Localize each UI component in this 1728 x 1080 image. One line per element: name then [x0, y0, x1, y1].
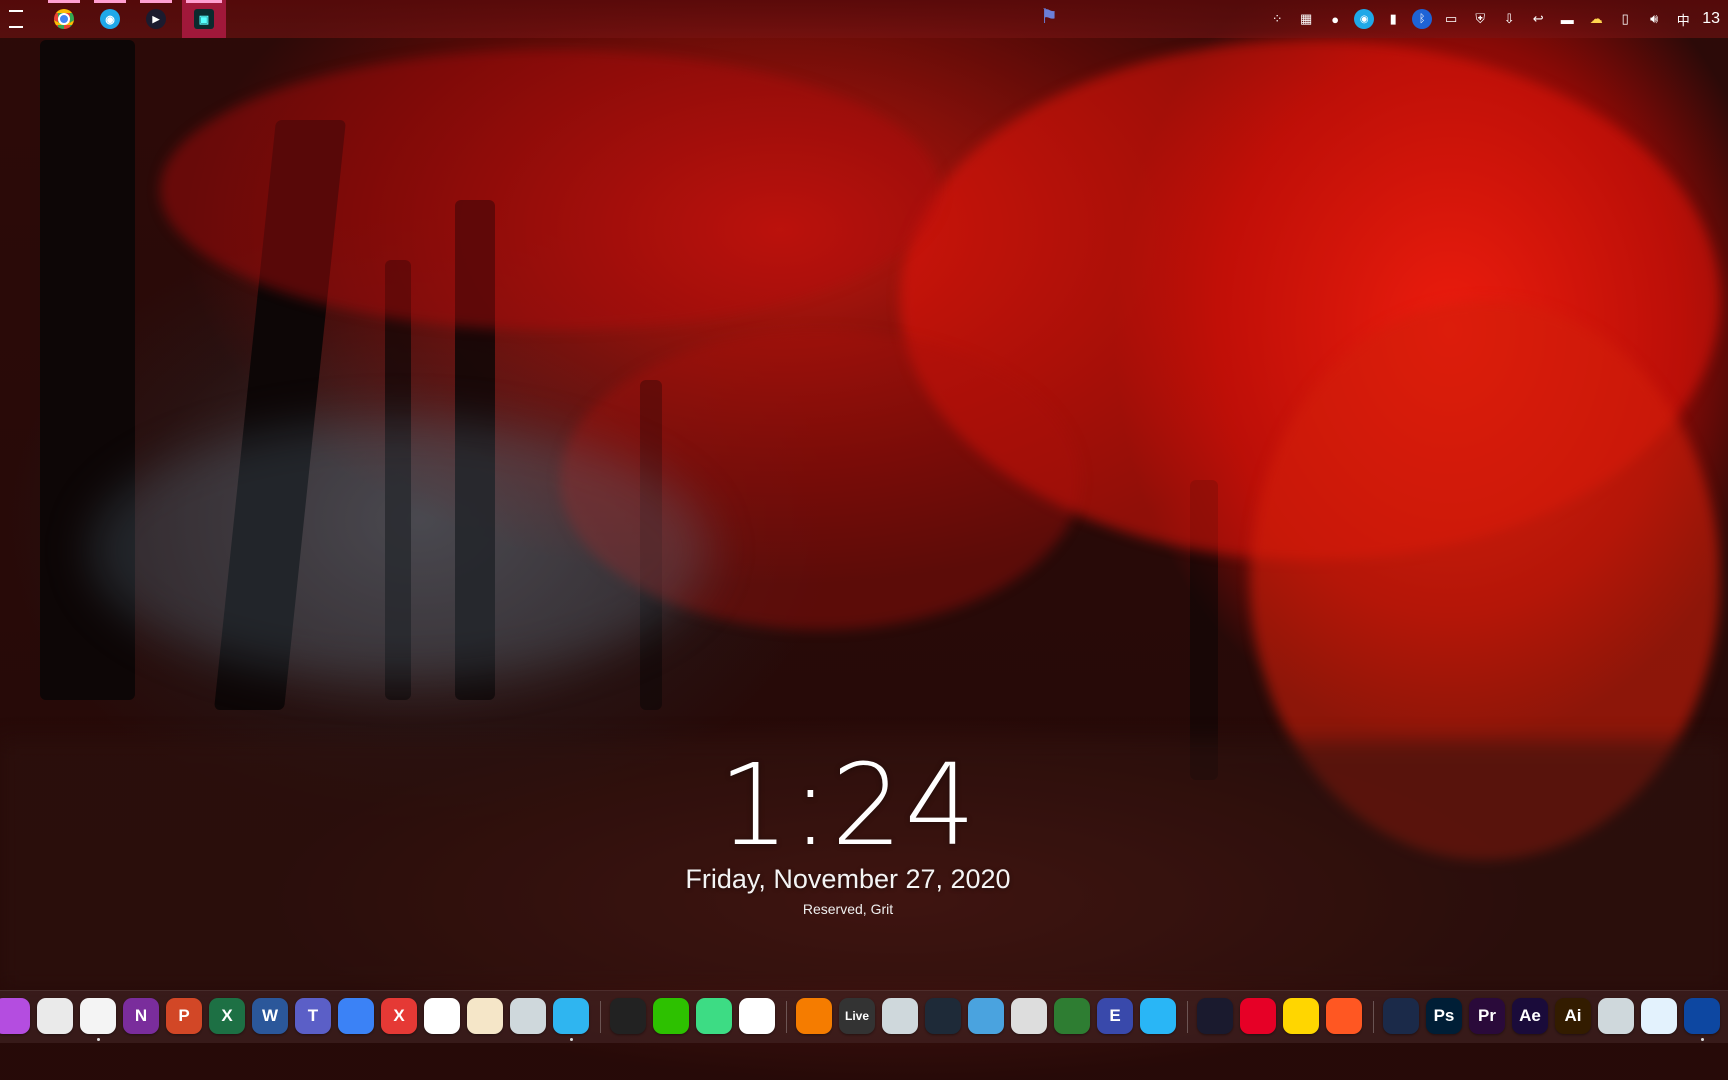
shield-icon[interactable]: ⛨: [1470, 9, 1490, 29]
network-app-dock-item[interactable]: [553, 998, 589, 1034]
taskbar-app-network[interactable]: ◉: [90, 0, 130, 38]
volume-icon[interactable]: 🔊︎: [1644, 9, 1664, 29]
monitor-icon: ▣: [194, 9, 214, 29]
play-icon: ▶: [146, 9, 166, 29]
after-effects-dock-item[interactable]: Ae: [1512, 998, 1548, 1034]
onenote-icon: N: [134, 1006, 148, 1025]
lock-time: 1:24: [718, 741, 978, 871]
powerpoint-dock-item[interactable]: P: [166, 998, 202, 1034]
premiere-icon: Pr: [1478, 1006, 1496, 1025]
desktop-wallpaper: [0, 0, 1728, 1080]
netease-music-dock-item[interactable]: [1240, 998, 1276, 1034]
app-store-dock-item[interactable]: [510, 998, 546, 1034]
play-store-dock-item[interactable]: [696, 998, 732, 1034]
word-icon: W: [261, 1006, 279, 1025]
bookmark-icon[interactable]: ▮: [1383, 9, 1403, 29]
power-dock-item[interactable]: [882, 998, 918, 1034]
cloud-icon[interactable]: ☁: [1586, 9, 1606, 29]
task-view-icon: [9, 10, 23, 28]
qq-dock-item[interactable]: [610, 998, 646, 1034]
audio-dock-item[interactable]: [925, 998, 961, 1034]
e-dock-item[interactable]: E: [1097, 998, 1133, 1034]
dock-separator: [1373, 1001, 1374, 1033]
launchpad-dock-item[interactable]: [37, 998, 73, 1034]
word-dock-item[interactable]: W: [252, 998, 288, 1034]
running-indicator: [1701, 1038, 1704, 1041]
teams-icon: T: [307, 1006, 319, 1025]
running-indicator: [570, 1038, 573, 1041]
drop-icon[interactable]: ●: [1325, 9, 1345, 29]
task-view-button[interactable]: [0, 0, 32, 38]
keyboard-dock-item[interactable]: [1054, 998, 1090, 1034]
xmind-dock-item[interactable]: X: [381, 998, 417, 1034]
download-icon[interactable]: ⇩: [1499, 9, 1519, 29]
lock-screen-info: 1:24 Friday, November 27, 2020 Reserved,…: [0, 750, 1696, 917]
music-dock-item[interactable]: [1283, 998, 1319, 1034]
bluetooth-icon[interactable]: ᛒ: [1412, 9, 1433, 29]
cube-dock-item[interactable]: [1598, 998, 1634, 1034]
app-grid-icon[interactable]: ▦: [1296, 9, 1316, 29]
display-icon[interactable]: ▭: [1441, 9, 1461, 29]
cinema4d-dock-item[interactable]: [1383, 998, 1419, 1034]
dock-separator: [600, 1001, 601, 1033]
running-indicator: [97, 1038, 100, 1041]
ableton-icon: Live: [844, 1009, 869, 1023]
battery-icon[interactable]: ▬: [1557, 9, 1577, 29]
folder-dock-item[interactable]: [0, 998, 30, 1034]
mist: [90, 420, 710, 680]
color-picker-icon[interactable]: ⁘: [1267, 9, 1287, 29]
taskbar-app-chrome[interactable]: [44, 0, 84, 38]
system-tray: ⁘ ▦ ● ◉ ▮ ᛒ ▭ ⛨ ⇩ ↩ ▬ ☁ ▯ 🔊︎ 中 13: [1267, 0, 1728, 38]
arrow-icon[interactable]: ↩: [1528, 9, 1548, 29]
photoshop-dock-item[interactable]: Ps: [1426, 998, 1462, 1034]
record-dock-item[interactable]: [968, 998, 1004, 1034]
usb-icon[interactable]: ▯: [1615, 9, 1635, 29]
affinity-dock-item[interactable]: [1641, 998, 1677, 1034]
taskbar-app-video[interactable]: ▶: [136, 0, 176, 38]
audio-editor-dock-item[interactable]: [1326, 998, 1362, 1034]
video-player-dock-item[interactable]: [1197, 998, 1233, 1034]
wifi-icon[interactable]: ◉: [1354, 9, 1375, 29]
lock-date: Friday, November 27, 2020: [685, 864, 1011, 894]
onenote-dock-item[interactable]: N: [123, 998, 159, 1034]
book-dock-item[interactable]: [467, 998, 503, 1034]
wechat-dock-item[interactable]: [653, 998, 689, 1034]
lock-user-name: Reserved, Grit: [802, 901, 894, 917]
xmind-icon: X: [393, 1006, 405, 1025]
studio-dock-item[interactable]: [1140, 998, 1176, 1034]
top-taskbar: ◉ ▶ ▣ ⚑ ⁘ ▦ ● ◉ ▮ ᛒ ▭ ⛨ ⇩ ↩ ▬ ☁ ▯ 🔊︎ 中 1…: [0, 0, 1728, 38]
open-indicator: [140, 0, 172, 3]
open-indicator: [48, 0, 80, 3]
excel-dock-item[interactable]: X: [209, 998, 245, 1034]
ime-indicator[interactable]: 中: [1673, 9, 1693, 29]
dock-separator: [786, 1001, 787, 1033]
teams-dock-item[interactable]: T: [295, 998, 331, 1034]
after-effects-icon: Ae: [1519, 1006, 1541, 1025]
screen-record-dock-item[interactable]: [1684, 998, 1720, 1034]
midi-dock-item[interactable]: [1011, 998, 1047, 1034]
illustrator-dock-item[interactable]: Ai: [1555, 998, 1591, 1034]
screenshot-dock-item[interactable]: [424, 998, 460, 1034]
excel-icon: X: [221, 1006, 233, 1025]
mouse-cursor-flag-icon: ⚑: [1040, 6, 1058, 28]
dock-separator: [1187, 1001, 1188, 1033]
open-indicator: [186, 0, 222, 3]
chrome-icon: [54, 9, 74, 29]
wifi-app-icon: ◉: [100, 9, 120, 29]
red-foliage: [160, 50, 940, 330]
open-indicator: [94, 0, 126, 3]
photoshop-icon: Ps: [1433, 1006, 1455, 1025]
tray-clock[interactable]: 13: [1702, 10, 1720, 28]
chrome-dock-item[interactable]: [80, 998, 116, 1034]
tablet-dock-item[interactable]: [338, 998, 374, 1034]
taskbar-app-remote-desktop[interactable]: ▣: [182, 0, 226, 38]
cloud-sync-dock-item[interactable]: [739, 998, 775, 1034]
bottom-dock: N P X W T X Live E Ps Pr Ae Ai: [0, 990, 1728, 1043]
fl-studio-dock-item[interactable]: [796, 998, 832, 1034]
premiere-dock-item[interactable]: Pr: [1469, 998, 1505, 1034]
illustrator-icon: Ai: [1564, 1006, 1582, 1025]
e-icon: E: [1109, 1006, 1121, 1025]
ableton-dock-item[interactable]: Live: [839, 998, 875, 1034]
powerpoint-icon: P: [178, 1006, 190, 1025]
